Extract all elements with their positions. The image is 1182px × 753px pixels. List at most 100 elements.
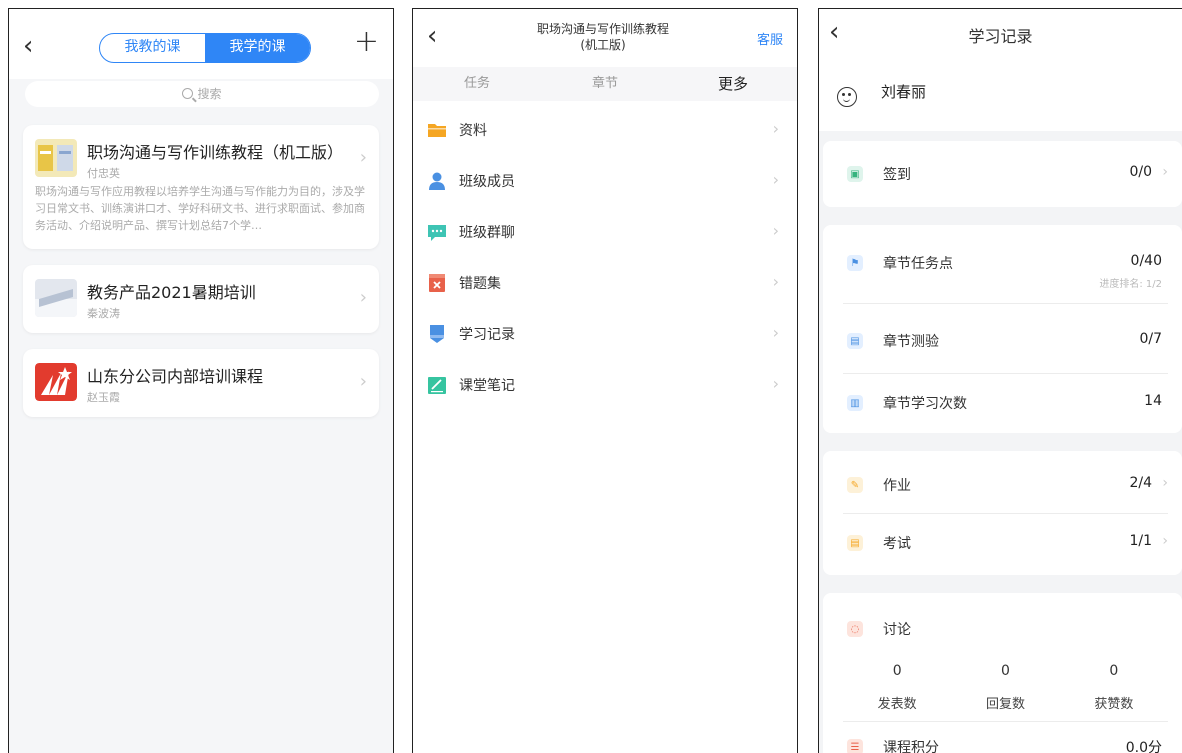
course-title: 山东分公司内部培训课程 — [87, 367, 264, 386]
smiley-face-icon — [837, 87, 857, 107]
bar-chart-icon: ▥ — [847, 395, 863, 411]
discussion-section: ◌ 讨论 0 发表数 0 回复数 0 获赞数 ☰ 课程积分 0.0分 — [823, 593, 1182, 753]
course-detail-screen: ‹ 职场沟通与写作训练教程 (机工版) 客服 任务 章节 更多 资料 › 班级成… — [412, 8, 798, 753]
course-role-switch: 我教的课 我学的课 — [99, 33, 311, 63]
row-value: 0/0 — [1129, 164, 1152, 180]
study-record-screen: ‹ 学习记录 刘春丽 ▣ 签到 0/0 › ⚑ 章节任务点 0/40 进度排名:… — [818, 8, 1182, 753]
menu-item-study-record[interactable]: 学习记录 › — [413, 309, 797, 360]
tab-tasks[interactable]: 任务 — [413, 67, 541, 101]
chevron-right-icon: › — [359, 147, 367, 168]
chevron-left-icon[interactable]: ‹ — [427, 23, 437, 49]
menu-item-error-book[interactable]: 错题集 › — [413, 258, 797, 309]
tab-learning-courses[interactable]: 我学的课 — [205, 34, 310, 62]
chevron-right-icon: › — [772, 272, 779, 291]
user-name: 刘春丽 — [881, 83, 927, 101]
tab-bar: 任务 章节 更多 — [413, 67, 797, 101]
exam-icon: ▤ — [847, 535, 863, 551]
chevron-right-icon: › — [772, 221, 779, 240]
course-card[interactable]: 山东分公司内部培训课程 赵玉霞 › — [23, 349, 379, 417]
menu-item-materials[interactable]: 资料 › — [413, 105, 797, 156]
row-value: 0.0分 — [1125, 740, 1162, 753]
search-icon — [182, 88, 194, 99]
chapter-study-count-row: ▥ 章节学习次数 14 — [823, 373, 1182, 433]
folder-icon — [428, 124, 446, 137]
course-teacher: 赵玉霞 — [87, 391, 120, 404]
chevron-right-icon: › — [1162, 164, 1168, 180]
menu-item-label: 资料 — [459, 123, 487, 139]
menu-item-class-members[interactable]: 班级成员 › — [413, 156, 797, 207]
search-placeholder: 搜索 — [197, 87, 222, 101]
more-menu: 资料 › 班级成员 › 班级群聊 › 错题集 › 学习记录 › 课堂笔记 › — [413, 105, 797, 411]
chapter-tasks-row: ⚑ 章节任务点 0/40 进度排名: 1/2 — [823, 233, 1182, 293]
chevron-right-icon: › — [772, 323, 779, 342]
homework-row[interactable]: ✎ 作业 2/4 › — [823, 455, 1182, 515]
signin-row[interactable]: ▣ 签到 0/0 › — [823, 144, 1182, 204]
stat-label: 获赞数 — [1094, 697, 1134, 712]
course-card[interactable]: 职场沟通与写作训练教程（机工版） 付忠英 职场沟通与写作应用教程以培养学生沟通与… — [23, 125, 379, 249]
top-bar: ‹ 学习记录 — [819, 9, 1182, 57]
menu-item-label: 班级成员 — [459, 174, 515, 190]
top-bar: ‹ 职场沟通与写作训练教程 (机工版) 客服 — [413, 9, 797, 67]
row-label: 考试 — [883, 536, 911, 552]
course-card[interactable]: 教务产品2021暑期培训 秦波涛 › — [23, 265, 379, 333]
divider — [843, 303, 1168, 304]
tab-chapters[interactable]: 章节 — [541, 67, 669, 101]
plus-icon[interactable]: + — [354, 27, 379, 57]
menu-item-class-notes[interactable]: 课堂笔记 › — [413, 360, 797, 411]
stat-replies: 0 回复数 — [951, 661, 1059, 712]
title-line-2: (机工版) — [580, 38, 626, 52]
chapter-quiz-row: ▤ 章节测验 0/7 — [823, 311, 1182, 371]
chat-icon — [428, 225, 446, 241]
course-teacher: 秦波涛 — [87, 307, 120, 320]
error-book-icon — [429, 274, 445, 292]
assignment-section: ✎ 作业 2/4 › ▤ 考试 1/1 › — [823, 451, 1182, 575]
page-title: 学习记录 — [968, 27, 1033, 46]
page-title: 职场沟通与写作训练教程 (机工版) — [513, 21, 693, 53]
row-label: 章节学习次数 — [883, 396, 967, 412]
chevron-right-icon: › — [1162, 475, 1168, 491]
chevron-left-icon[interactable]: ‹ — [23, 33, 33, 59]
quiz-icon: ▤ — [847, 333, 863, 349]
course-teacher: 付忠英 — [87, 167, 120, 180]
signin-section: ▣ 签到 0/0 › — [823, 141, 1182, 207]
row-label: 作业 — [883, 478, 911, 494]
menu-item-label: 班级群聊 — [459, 225, 515, 241]
course-title: 职场沟通与写作训练教程（机工版） — [87, 143, 344, 162]
tab-more[interactable]: 更多 — [669, 67, 797, 101]
record-icon — [430, 325, 444, 343]
progress-rank: 进度排名: 1/2 — [1099, 279, 1162, 290]
chevron-right-icon: › — [359, 371, 367, 392]
menu-item-label: 错题集 — [459, 276, 501, 292]
row-value: 1/1 — [1129, 533, 1152, 549]
chevron-right-icon: › — [359, 287, 367, 308]
row-label: 讨论 — [883, 622, 911, 638]
row-label: 章节测验 — [883, 334, 939, 350]
menu-item-class-chat[interactable]: 班级群聊 › — [413, 207, 797, 258]
stat-label: 回复数 — [985, 697, 1025, 712]
note-icon — [428, 377, 446, 394]
exam-row[interactable]: ▤ 考试 1/1 › — [823, 513, 1182, 573]
course-description: 职场沟通与写作应用教程以培养学生沟通与写作能力为目的，涉及学习日常文书、训练演讲… — [35, 185, 365, 232]
row-label: 章节任务点 — [883, 256, 953, 272]
discussion-stats: 0 发表数 0 回复数 0 获赞数 — [843, 661, 1168, 712]
calendar-icon: ▣ — [847, 166, 863, 182]
row-label: 课程积分 — [883, 740, 939, 753]
title-line-1: 职场沟通与写作训练教程 — [536, 22, 669, 36]
stat-posts: 0 发表数 — [843, 661, 951, 712]
tab-teaching-courses[interactable]: 我教的课 — [100, 34, 205, 62]
menu-item-label: 学习记录 — [459, 327, 515, 343]
search-input[interactable]: 搜索 — [25, 81, 379, 107]
user-header: 刘春丽 — [819, 57, 1182, 131]
discussion-icon: ◌ — [847, 621, 863, 637]
customer-service-button[interactable]: 客服 — [757, 29, 783, 48]
course-points-row: ☰ 课程积分 0.0分 — [823, 717, 1182, 753]
chapter-section: ⚑ 章节任务点 0/40 进度排名: 1/2 ▤ 章节测验 0/7 ▥ 章节学习… — [823, 225, 1182, 433]
row-value: 14 — [1144, 393, 1162, 409]
row-value: 2/4 — [1129, 475, 1152, 491]
top-bar: ‹ 我教的课 我学的课 + — [9, 9, 393, 79]
homework-icon: ✎ — [847, 477, 863, 493]
person-icon — [429, 172, 445, 190]
row-value: 0/40 — [1130, 253, 1162, 269]
discussion-row: ◌ 讨论 — [823, 599, 1182, 659]
row-value: 0/7 — [1139, 331, 1162, 347]
